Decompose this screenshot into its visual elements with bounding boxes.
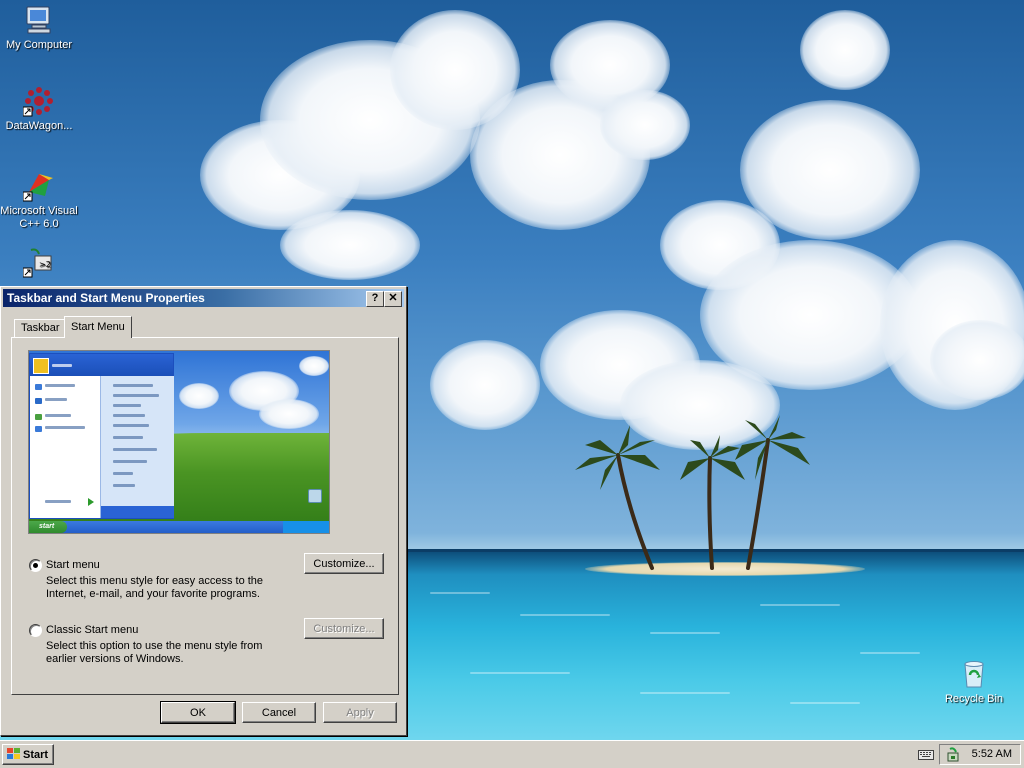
apply-button[interactable]: Apply xyxy=(323,702,397,723)
start-menu-radio-label[interactable]: Start menu xyxy=(46,559,100,571)
radio-selected-dot xyxy=(33,563,38,568)
palm-trees xyxy=(575,415,810,570)
desktop-icon-network-shortcut[interactable]: >2 xyxy=(0,246,78,281)
description-line: earlier versions of Windows. xyxy=(46,653,184,665)
preview-start-menu xyxy=(29,353,174,519)
start-menu-preview: start xyxy=(28,350,330,534)
desktop-icon-recycle-bin[interactable]: Recycle Bin xyxy=(935,658,1013,706)
desktop-icon-label: My Computer xyxy=(5,39,73,51)
tab-panel-start-menu: start Start menu Select this menu style … xyxy=(11,337,399,695)
tab-taskbar[interactable]: Taskbar xyxy=(14,319,67,337)
visual-cpp-shortcut-icon xyxy=(22,170,55,202)
desktop-icon-label: Microsoft Visual xyxy=(0,205,78,217)
classic-start-menu-description: Select this option to use the menu style… xyxy=(46,640,276,666)
preview-taskbar: start xyxy=(29,521,329,533)
recycle-bin-icon xyxy=(958,658,990,690)
desktop-icon-my-computer[interactable]: My Computer xyxy=(0,4,78,52)
classic-start-menu-radio-label[interactable]: Classic Start menu xyxy=(46,624,138,636)
start-button-label: Start xyxy=(23,749,49,761)
classic-start-menu-radio[interactable] xyxy=(29,624,42,637)
tab-start-menu[interactable]: Start Menu xyxy=(64,316,132,338)
description-line: Select this menu style for easy access t… xyxy=(46,575,264,587)
close-button[interactable]: ✕ xyxy=(384,291,402,307)
desktop-icon-datawagon[interactable]: DataWagon... xyxy=(0,85,78,133)
my-computer-icon xyxy=(23,4,55,36)
network-tray-icon[interactable] xyxy=(946,747,962,763)
keyboard-icon[interactable] xyxy=(918,748,934,761)
ok-button[interactable]: OK xyxy=(160,701,236,724)
description-line: Internet, e-mail, and your favorite prog… xyxy=(46,588,260,600)
taskbar: Start 5:52 AM xyxy=(0,740,1024,768)
desktop-icon-label: DataWagon... xyxy=(5,120,73,132)
cancel-button[interactable]: Cancel xyxy=(242,702,316,723)
dialog-title: Taskbar and Start Menu Properties xyxy=(7,291,205,305)
preview-menu-header xyxy=(30,354,173,376)
desktop-icon-label: Recycle Bin xyxy=(944,693,1004,705)
help-button[interactable]: ? xyxy=(366,291,384,307)
preview-start-button: start xyxy=(29,521,67,533)
title-bar[interactable]: Taskbar and Start Menu Properties ? ✕ xyxy=(3,289,404,307)
desktop-icon-visual-cpp[interactable]: Microsoft Visual C++ 6.0 xyxy=(0,170,78,231)
taskbar-start-menu-properties-dialog: Taskbar and Start Menu Properties ? ✕ Ta… xyxy=(0,286,407,736)
start-menu-description: Select this menu style for easy access t… xyxy=(46,575,276,601)
system-tray: 5:52 AM xyxy=(939,744,1021,765)
windows-logo-icon xyxy=(7,748,20,759)
customize-start-menu-button[interactable]: Customize... xyxy=(304,553,384,574)
description-line: Select this option to use the menu style… xyxy=(46,640,263,652)
clock[interactable]: 5:52 AM xyxy=(972,748,1012,760)
preview-recycle-bin-icon xyxy=(308,489,322,503)
svg-text:>2: >2 xyxy=(39,260,51,269)
network-shortcut-icon: >2 xyxy=(22,246,55,278)
desktop-icon-label-line2: C++ 6.0 xyxy=(19,218,59,230)
datawagon-shortcut-icon xyxy=(22,85,55,117)
start-menu-radio[interactable] xyxy=(29,559,42,572)
start-button[interactable]: Start xyxy=(2,744,54,765)
customize-classic-menu-button[interactable]: Customize... xyxy=(304,618,384,639)
